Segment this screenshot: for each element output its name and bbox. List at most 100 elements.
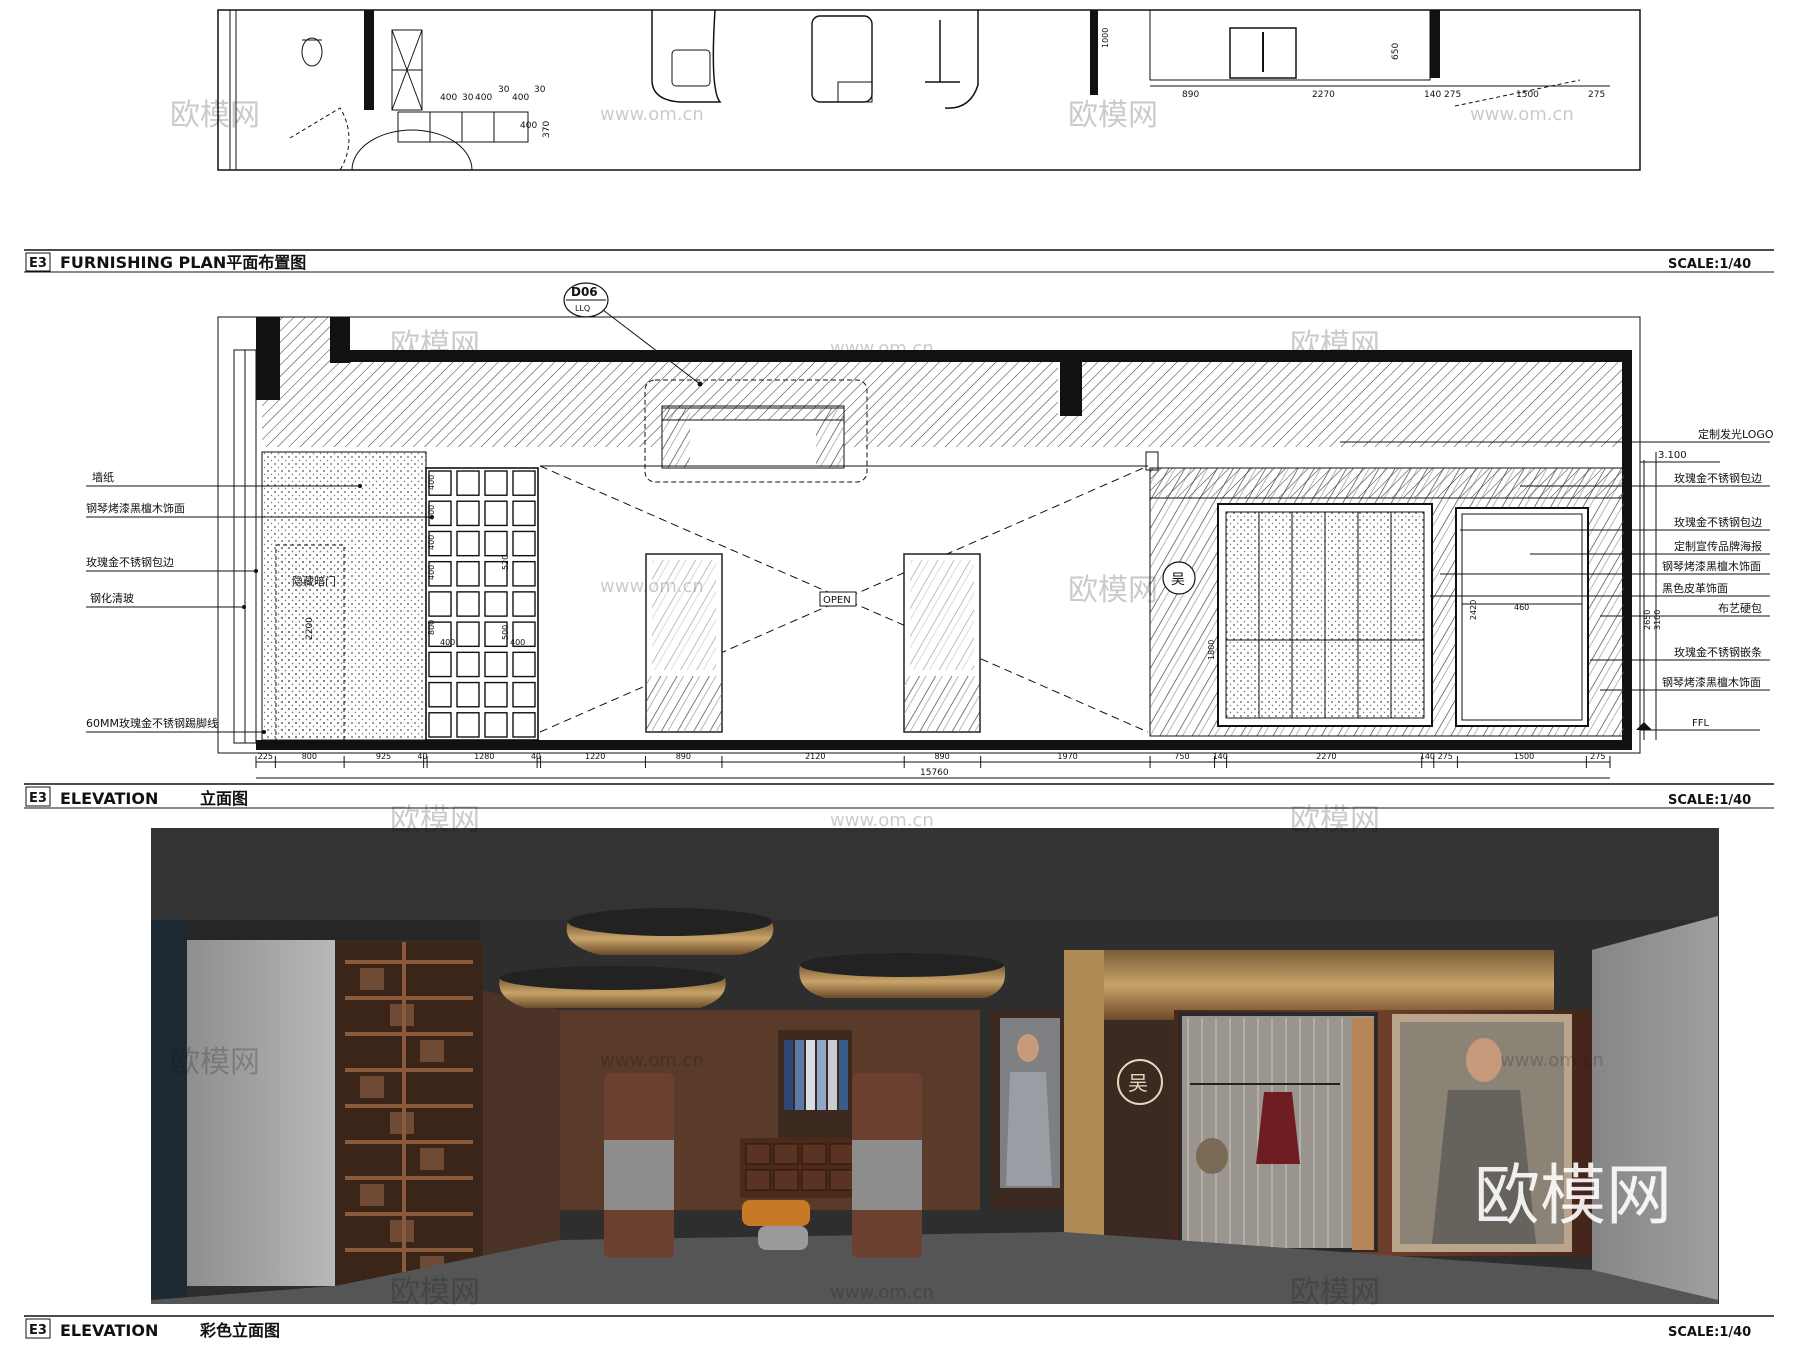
toilet-symbol — [301, 37, 323, 67]
svg-text:墙纸: 墙纸 — [92, 470, 114, 484]
open-label: OPEN — [823, 595, 851, 606]
svg-text:黑色皮革饰面: 黑色皮革饰面 — [1662, 581, 1728, 595]
svg-text:30: 30 — [462, 93, 474, 103]
svg-text:欧模网: 欧模网 — [390, 1275, 480, 1310]
svg-text:400: 400 — [427, 565, 436, 580]
svg-text:SCALE:1/40: SCALE:1/40 — [1668, 793, 1751, 808]
dimension-label: 925 — [376, 752, 391, 761]
svg-text:www.om.cn: www.om.cn — [600, 1050, 704, 1071]
svg-text:钢化清玻: 钢化清玻 — [90, 591, 134, 605]
plan-scale: SCALE:1/40 — [1668, 257, 1751, 272]
svg-text:欧模网: 欧模网 — [1068, 573, 1158, 608]
svg-text:800: 800 — [427, 620, 436, 635]
svg-text:SCALE:1/40: SCALE:1/40 — [1668, 1325, 1751, 1340]
svg-text:欧模网: 欧模网 — [1290, 1275, 1380, 1310]
svg-text:吴: 吴 — [1171, 572, 1185, 588]
svg-text:欧模网: 欧模网 — [170, 98, 260, 133]
svg-text:400: 400 — [427, 535, 436, 550]
big-watermark: 欧模网 — [1474, 1157, 1672, 1234]
svg-text:玫瑰金不锈钢包边: 玫瑰金不锈钢包边 — [1674, 471, 1762, 485]
svg-text:500: 500 — [501, 625, 510, 640]
svg-text:欧模网: 欧模网 — [1290, 803, 1380, 838]
svg-text:60MM玫瑰金不锈钢踢脚线: 60MM玫瑰金不锈钢踢脚线 — [86, 716, 218, 730]
dimension-label: 2270 — [1316, 752, 1336, 761]
elevation-title: ELEVATION — [60, 789, 158, 808]
svg-text:欧模网: 欧模网 — [170, 1045, 260, 1080]
svg-text:定制宣传品牌海报: 定制宣传品牌海报 — [1674, 539, 1762, 553]
svg-text:隐藏暗门: 隐藏暗门 — [292, 574, 336, 588]
svg-text:400: 400 — [512, 93, 529, 103]
svg-text:370: 370 — [542, 121, 552, 138]
drawing-canvas: 400 30 400 30 400 30 400 370 1000 650 89… — [24, 9, 1774, 1340]
svg-text:890: 890 — [1182, 90, 1199, 100]
svg-text:2270: 2270 — [1312, 90, 1335, 100]
svg-text:30: 30 — [534, 85, 546, 95]
svg-text:1800: 1800 — [1207, 640, 1216, 660]
plan-title-bar: E3 FURNISHING PLAN平面布置图 SCALE:1/40 — [24, 249, 1774, 273]
left-wall — [187, 940, 335, 1286]
svg-text:400: 400 — [510, 638, 525, 647]
dimension-label: 140 — [1420, 752, 1435, 761]
svg-text:2420: 2420 — [1469, 600, 1478, 620]
svg-text:彩色立面图: 彩色立面图 — [199, 1321, 280, 1340]
dimension-label: 750 — [1174, 752, 1189, 761]
svg-text:玫瑰金不锈钢嵌条: 玫瑰金不锈钢嵌条 — [1674, 645, 1762, 659]
svg-text:LLQ: LLQ — [575, 304, 590, 313]
svg-text:275: 275 — [1444, 90, 1461, 100]
dimension-label: 1970 — [1057, 752, 1077, 761]
drawing-sheet: 400 30 400 30 400 30 400 370 1000 650 89… — [0, 0, 1800, 1347]
height-level: 3.100 — [1658, 450, 1687, 461]
dimension-label: 40 — [417, 752, 427, 761]
plan-title: FURNISHING PLAN平面布置图 — [60, 253, 306, 272]
svg-text:www.om.cn: www.om.cn — [830, 338, 934, 359]
dimension-label: 1500 — [1514, 752, 1534, 761]
dimension-label: 40 — [531, 752, 541, 761]
svg-text:400: 400 — [427, 475, 436, 490]
svg-text:E3: E3 — [29, 1323, 47, 1338]
gold-fascia — [1064, 950, 1554, 1020]
svg-text:钢琴烤漆黑檀木饰面: 钢琴烤漆黑檀木饰面 — [86, 501, 185, 515]
svg-text:www.om.cn: www.om.cn — [830, 810, 934, 831]
svg-text:650: 650 — [1391, 43, 1401, 60]
svg-text:欧模网: 欧模网 — [390, 328, 480, 363]
svg-text:2200: 2200 — [305, 617, 315, 640]
color-elevation-title-bar: E3 ELEVATION 彩色立面图 SCALE:1/40 — [24, 1315, 1774, 1340]
svg-text:www.om.cn: www.om.cn — [1500, 1050, 1604, 1071]
svg-text:3100: 3100 — [1653, 610, 1662, 630]
bottom-dimension-chain: 225 800 925 40 1280 40 1220 890 2120 890 1970 750 14… — [255, 752, 1611, 768]
ffl-label: FFL — [1692, 718, 1710, 729]
svg-text:钢琴烤漆黑檀木饰面: 钢琴烤漆黑檀木饰面 — [1662, 675, 1761, 689]
dimension-label: 890 — [676, 752, 691, 761]
svg-text:吴: 吴 — [1128, 1071, 1148, 1095]
svg-text:布艺硬包: 布艺硬包 — [1718, 602, 1762, 615]
dimension-label: 1220 — [585, 752, 605, 761]
elevation-title-bar: E3 ELEVATION 立面图 SCALE:1/40 — [24, 783, 1774, 809]
svg-text:欧模网: 欧模网 — [1068, 98, 1158, 133]
door-swing — [289, 107, 350, 171]
color-elevation-title: ELEVATION — [60, 1321, 158, 1340]
dimension-label: 225 — [258, 752, 273, 761]
svg-text:欧模网: 欧模网 — [390, 803, 480, 838]
dimension-label: 2120 — [805, 752, 825, 761]
svg-text:30: 30 — [498, 85, 510, 95]
svg-text:400: 400 — [475, 93, 492, 103]
svg-text:玫瑰金不锈钢包边: 玫瑰金不锈钢包边 — [86, 555, 174, 569]
dimension-label: 275 — [1438, 752, 1453, 761]
dimension-label: 275 — [1590, 752, 1605, 761]
svg-text:欧模网: 欧模网 — [1290, 328, 1380, 363]
wall-segment — [364, 10, 374, 110]
svg-text:D06: D06 — [571, 285, 598, 299]
dimension-label: 800 — [302, 752, 317, 761]
svg-text:玫瑰金不锈钢包边: 玫瑰金不锈钢包边 — [1674, 515, 1762, 529]
svg-text:www.om.cn: www.om.cn — [830, 1282, 934, 1303]
svg-text:定制发光LOGO: 定制发光LOGO — [1698, 427, 1774, 441]
svg-text:520: 520 — [501, 555, 510, 570]
display-case-right — [903, 553, 981, 733]
svg-text:1500: 1500 — [1516, 90, 1539, 100]
svg-text:www.om.cn: www.om.cn — [600, 576, 704, 597]
plan-dims-right: 890 2270 140 275 1500 275 — [1182, 90, 1605, 100]
armchair — [811, 15, 873, 103]
svg-text:www.om.cn: www.om.cn — [600, 104, 704, 125]
svg-text:400: 400 — [440, 93, 457, 103]
svg-text:400: 400 — [440, 638, 455, 647]
